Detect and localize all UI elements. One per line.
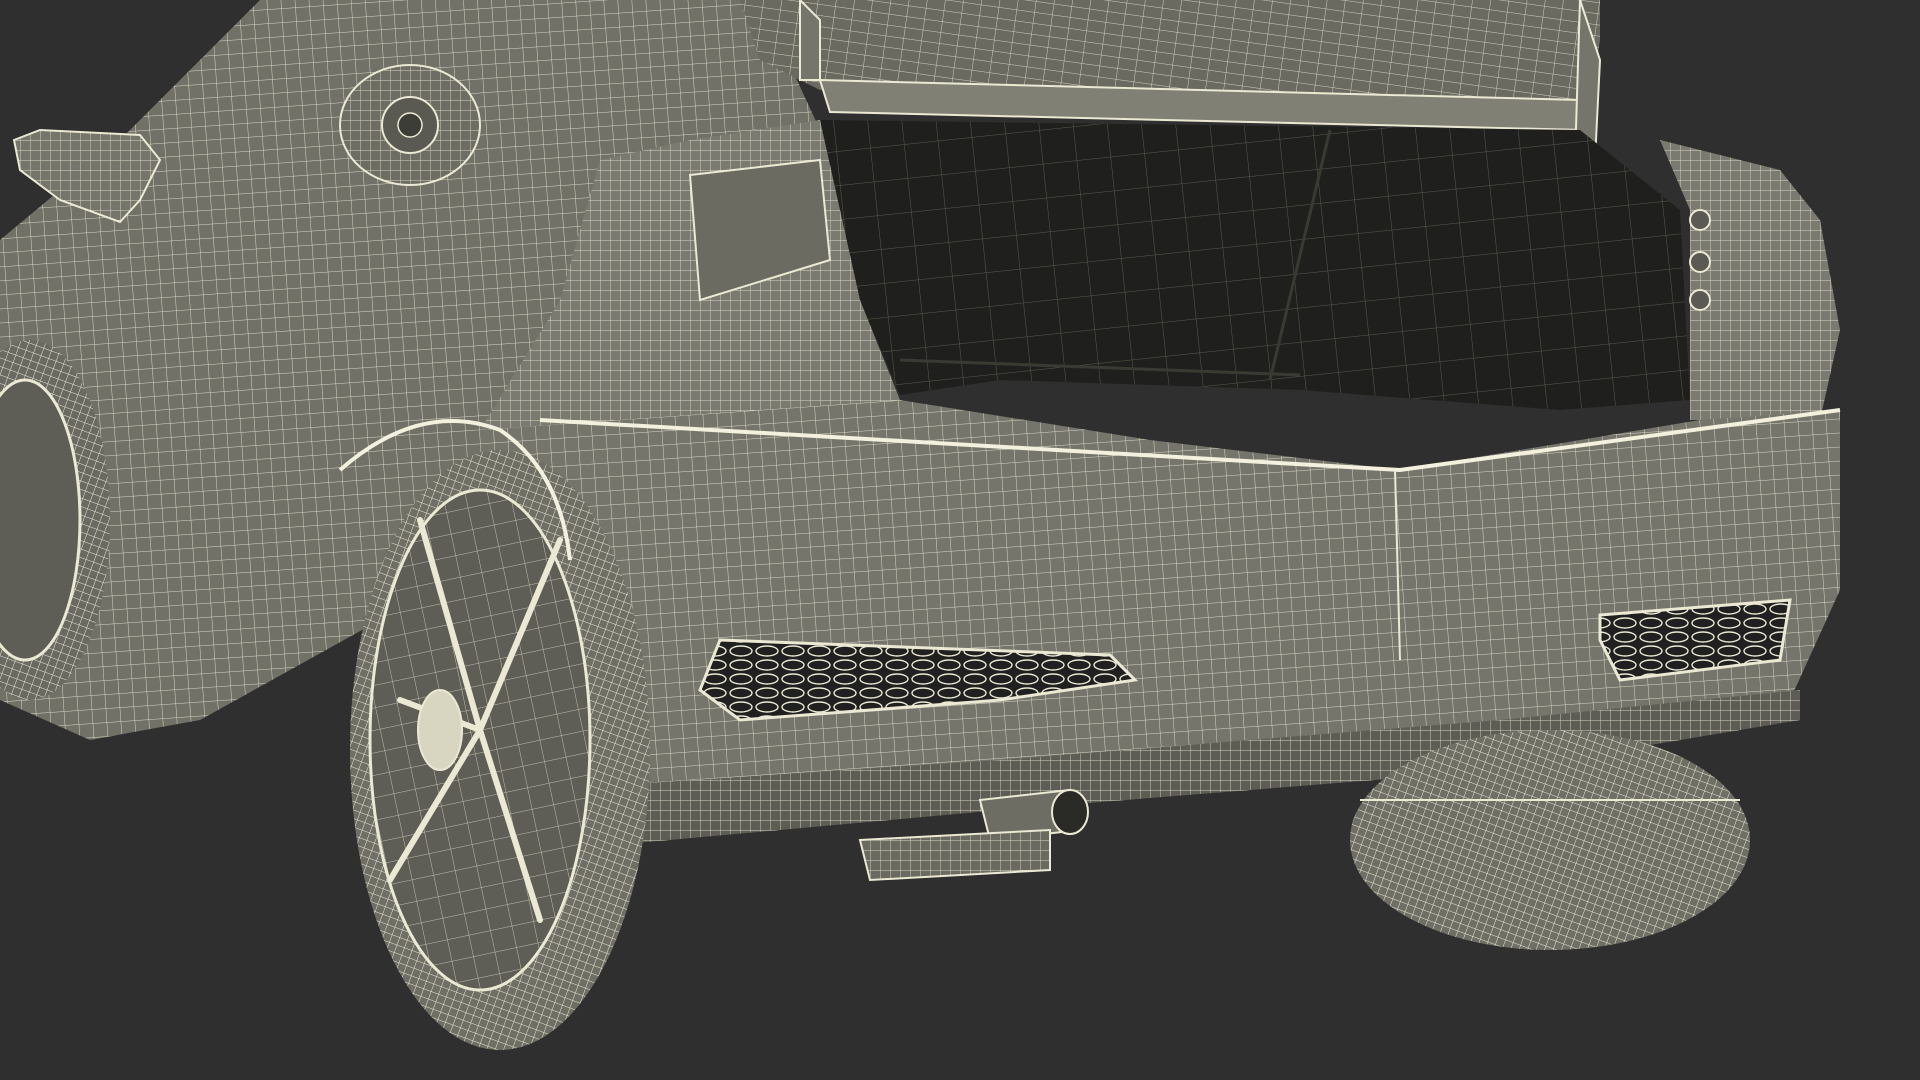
left-rear-wheel	[350, 450, 650, 1050]
render-viewport	[0, 0, 1920, 1080]
trunk-cavity	[820, 120, 1690, 410]
right-rear-wheel	[1350, 730, 1750, 950]
underbody-muffler	[858, 828, 1051, 882]
fuel-cap	[339, 64, 481, 186]
wireframe-car-render	[0, 0, 1920, 1080]
